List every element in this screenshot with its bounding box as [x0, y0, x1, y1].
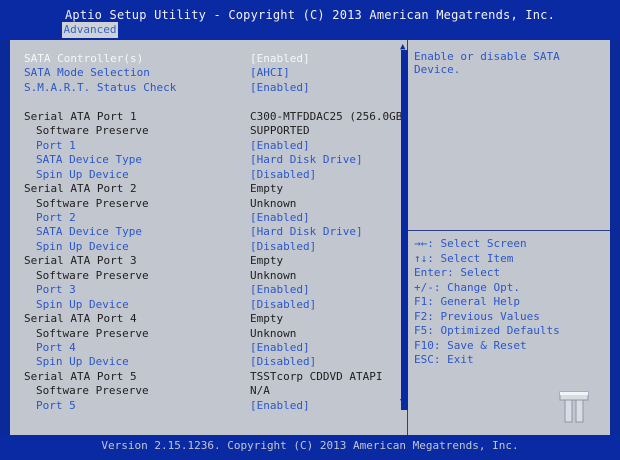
setting-value[interactable]: [AHCI] [250, 66, 290, 80]
setting-label: Software Preserve [36, 384, 149, 398]
scroll-up-icon[interactable]: ▲ [400, 42, 405, 52]
setting-label: S.M.A.R.T. Status Check [24, 80, 177, 94]
setting-value[interactable]: [Enabled] [250, 399, 310, 413]
setting-value[interactable]: [Disabled] [250, 240, 316, 254]
settings-row: Software Preserve N/A [10, 384, 610, 398]
setting-label: Port 5 [36, 398, 76, 412]
setting-value[interactable]: [Enabled] [250, 341, 310, 355]
key-legend-item: +/-: Change Opt. [414, 280, 520, 294]
setting-label: Port 3 [36, 283, 76, 297]
setting-value[interactable]: [Disabled] [250, 355, 316, 369]
setting-label: Port 2 [36, 210, 76, 224]
setting-label: Serial ATA Port 3 [24, 254, 137, 268]
key-legend-item: F1: General Help [414, 295, 520, 308]
setting-label: Software Preserve [36, 326, 149, 340]
setting-label: Spin Up Device [36, 355, 129, 369]
help-divider [408, 230, 610, 231]
setting-label: SATA Controller(s) [24, 52, 144, 65]
setting-label: Serial ATA Port 4 [24, 312, 137, 326]
setup-screen: SATA Controller(s) [Enabled] SATA Mode Sel… [10, 40, 610, 435]
setting-label: Port 4 [36, 341, 76, 354]
setting-label: Software Preserve [36, 196, 149, 210]
help-text: Enable or disable SATA Device. [414, 50, 560, 76]
setting-value: N/A [250, 384, 270, 398]
key-legend-item: F10: Save & Reset [414, 338, 527, 352]
setting-label: Serial ATA Port 1 [24, 109, 137, 123]
setting-value: Empty [250, 182, 284, 196]
setting-value[interactable]: [Enabled] [250, 283, 310, 297]
setting-value[interactable]: [Hard Disk Drive] [250, 225, 363, 239]
version-text: Version 2.15.1236. Copyright (C) 2013 Am… [101, 439, 519, 452]
settings-row: Software Preserve SUPPORTED [10, 124, 610, 138]
setting-value: Unknown [250, 326, 297, 340]
setting-label: Software Preserve [36, 268, 149, 282]
settings-row[interactable]: Spin Up Device [Disabled] [10, 168, 610, 182]
setting-value: Empty [250, 254, 284, 268]
scroll-down-icon[interactable]: ▼ [400, 397, 405, 407]
setting-value[interactable]: [Hard Disk Drive] [250, 153, 363, 167]
key-legend-item: F2: Previous Values [414, 309, 540, 323]
setting-label: SATA Device Type [36, 225, 142, 239]
setting-label: Spin Up Device [36, 167, 129, 181]
setting-label: SATA Mode Selection [24, 66, 150, 80]
settings-row[interactable]: Port 2 [Enabled] [10, 211, 610, 225]
settings-row[interactable]: Port 1 [Enabled] [10, 139, 610, 153]
tweaktown-logo-icon [559, 391, 589, 423]
scrollbar[interactable] [401, 50, 408, 410]
key-legend-item: ESC: Exit [414, 353, 474, 366]
app-title: Aptio Setup Utility - Copyright (C) 2013… [64, 8, 556, 22]
settings-row[interactable]: SATA Device Type [Hard Disk Drive] [10, 153, 610, 167]
setting-label: Spin Up Device [36, 297, 129, 311]
setting-value: C300-MTFDDAC25 (256.0GB) [250, 109, 409, 123]
setting-label: Serial ATA Port 2 [24, 182, 137, 196]
setting-value: Unknown [250, 196, 297, 210]
settings-row: Serial ATA Port 5 TSSTcorp CDDVD ATAPI [10, 370, 610, 384]
setting-value: Unknown [250, 268, 297, 282]
settings-row [10, 95, 610, 109]
settings-row: Serial ATA Port 1 C300-MTFDDAC25 (256.0GB… [10, 110, 610, 124]
key-legend-item: →←: Select Screen [414, 237, 527, 250]
settings-row[interactable]: S.M.A.R.T. Status Check [Enabled] [10, 81, 610, 95]
setting-value[interactable]: [Enabled] [250, 81, 310, 95]
setting-value: TSSTcorp CDDVD ATAPI [250, 369, 383, 383]
setting-value: SUPPORTED [250, 124, 310, 138]
settings-row[interactable]: Port 5 [Enabled] [10, 399, 610, 413]
key-legend-item: ↑↓: Select Item [414, 251, 514, 265]
setting-value: Empty [250, 312, 284, 326]
setting-value[interactable]: [Disabled] [250, 168, 316, 182]
setting-label: Spin Up Device [36, 239, 129, 253]
tab-advanced[interactable]: Advanced [62, 22, 118, 38]
settings-row: Software Preserve Unknown [10, 197, 610, 211]
setting-value[interactable]: [Enabled] [250, 211, 310, 225]
setting-value[interactable]: [Enabled] [250, 52, 310, 66]
key-legend-item: F5: Optimized Defaults [414, 324, 560, 337]
setting-label: SATA Device Type [36, 153, 142, 167]
key-legend: →←: Select Screen ↑↓: Select Item Enter: S… [414, 237, 604, 368]
key-legend-item: Enter: Select [414, 266, 501, 279]
settings-row: Serial ATA Port 2 Empty [10, 182, 610, 196]
setting-value[interactable]: [Enabled] [250, 139, 310, 153]
setting-label: Software Preserve [36, 124, 149, 138]
setting-label: Serial ATA Port 5 [24, 369, 137, 383]
setting-value[interactable]: [Disabled] [250, 298, 316, 312]
setting-label: Port 1 [36, 138, 76, 152]
